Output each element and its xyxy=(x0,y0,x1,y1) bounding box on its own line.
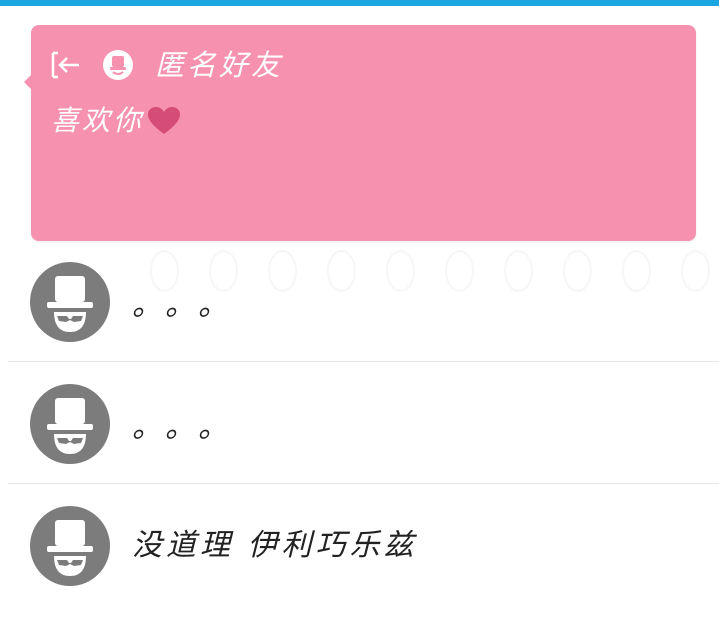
anonymous-hat-icon xyxy=(101,48,135,82)
sender-name: 匿名好友 xyxy=(155,48,284,82)
list-item[interactable]: 。。。 xyxy=(0,258,719,380)
masked-hat-avatar-icon[interactable] xyxy=(30,384,110,464)
list-item-text: 。。。 xyxy=(132,410,246,445)
list-item-text: 。。。 xyxy=(132,288,246,323)
divider xyxy=(8,361,719,362)
top-accent-bar xyxy=(0,0,719,6)
exit-arrow-icon[interactable] xyxy=(49,48,83,82)
masked-hat-avatar-icon[interactable] xyxy=(30,506,110,586)
message-list: 。。。 。。。 没道理 伊利巧乐兹 xyxy=(0,258,719,624)
masked-hat-avatar-icon[interactable] xyxy=(30,262,110,342)
list-item[interactable]: 没道理 伊利巧乐兹 xyxy=(0,502,719,624)
card-header: 匿名好友 xyxy=(49,47,283,83)
divider xyxy=(8,483,719,484)
list-item[interactable]: 。。。 xyxy=(0,380,719,502)
heart-icon xyxy=(146,105,182,137)
list-item-text: 没道理 伊利巧乐兹 xyxy=(132,528,418,563)
message-card[interactable]: 匿名好友 喜欢你 xyxy=(31,25,696,241)
message-text: 喜欢你 xyxy=(51,104,145,137)
message-row: 喜欢你 xyxy=(51,103,182,139)
card-pointer xyxy=(24,74,32,90)
